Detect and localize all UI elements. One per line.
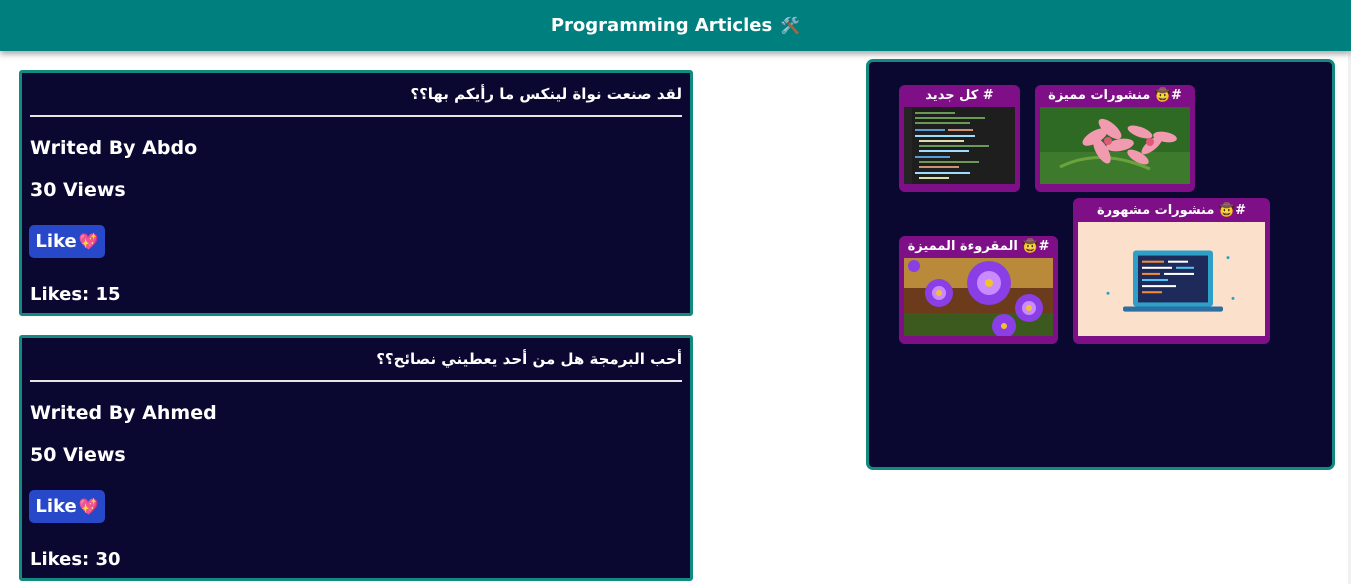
likes-count: Likes: 15 [30, 284, 121, 305]
category-label: #🤠 منشورات مشهورة [1096, 203, 1247, 218]
laptop-code-image [1078, 222, 1265, 336]
article-card: أحب البرمجة هل من أحد يعطيني نصائح؟؟ Wri… [19, 335, 693, 581]
like-button[interactable]: Like 💖 [29, 490, 105, 523]
categories-panel: # كل جديد #🤠 منشورات مميزة #🤠 منشورات مش… [866, 59, 1335, 470]
category-label: # كل جديد [925, 88, 994, 103]
article-title[interactable]: لقد صنعت نواة لينكس ما رأيكم بها؟؟ [410, 85, 682, 103]
article-author: Writed By Abdo [30, 137, 198, 159]
divider [30, 380, 682, 382]
article-author: Writed By Ahmed [30, 402, 217, 424]
likes-count: Likes: 30 [30, 549, 121, 570]
app-header: Programming Articles 🛠️ [0, 0, 1351, 51]
article-title[interactable]: أحب البرمجة هل من أحد يعطيني نصائح؟؟ [376, 350, 682, 368]
article-views: 50 Views [30, 444, 126, 466]
like-button[interactable]: Like 💖 [29, 225, 105, 258]
category-card-new[interactable]: # كل جديد [899, 85, 1020, 192]
category-card-popular[interactable]: #🤠 منشورات مشهورة [1073, 198, 1270, 344]
code-editor-image [904, 107, 1015, 184]
category-card-featured[interactable]: #🤠 منشورات مميزة [1035, 85, 1195, 192]
page-title: Programming Articles [550, 15, 773, 36]
purple-flowers-image [904, 258, 1053, 336]
heart-icon: 💖 [78, 232, 99, 251]
divider [30, 115, 682, 117]
like-label: Like [35, 496, 77, 517]
category-label: #🤠 منشورات مميزة [1048, 88, 1182, 103]
category-label: #🤠 المقروءة المميزة [907, 239, 1050, 254]
category-card-most-read[interactable]: #🤠 المقروءة المميزة [899, 236, 1058, 344]
article-card: لقد صنعت نواة لينكس ما رأيكم بها؟؟ Write… [19, 70, 693, 316]
pink-flowers-image [1040, 107, 1190, 184]
heart-icon: 💖 [78, 497, 99, 516]
tools-icon: 🛠️ [780, 16, 801, 35]
article-views: 30 Views [30, 179, 126, 201]
like-label: Like [35, 231, 77, 252]
